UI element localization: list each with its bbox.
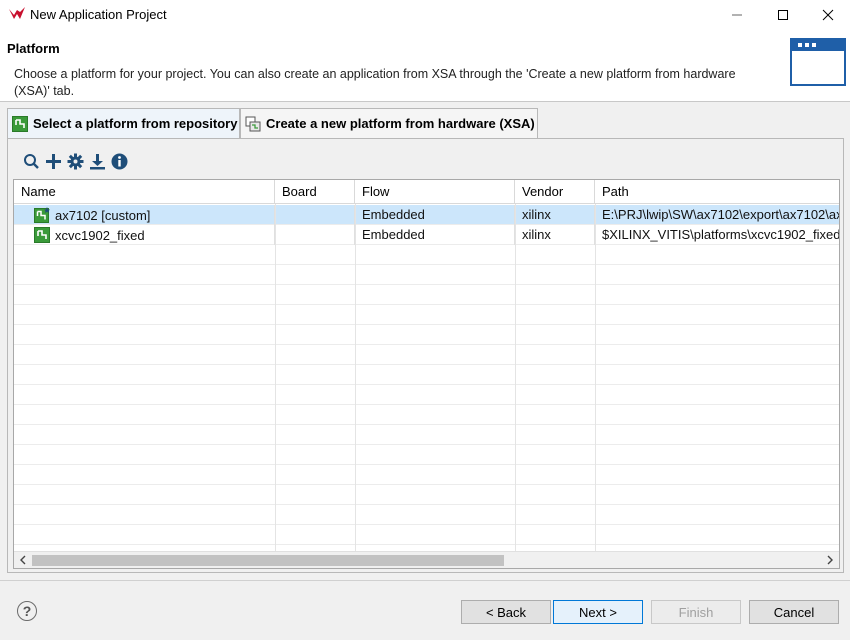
info-button[interactable]	[108, 151, 130, 171]
cancel-button[interactable]: Cancel	[749, 600, 839, 624]
settings-button[interactable]	[64, 151, 86, 171]
chevron-right-icon	[827, 555, 833, 565]
empty-row	[14, 325, 839, 345]
info-icon	[111, 153, 127, 169]
table-row[interactable]: ax7102 [custom] Embedded xilinx E:\PRJ\l…	[14, 205, 839, 225]
add-icon	[45, 153, 61, 169]
download-icon	[89, 153, 105, 169]
empty-row	[14, 425, 839, 445]
search-button[interactable]	[20, 151, 42, 171]
gear-icon	[67, 153, 83, 169]
empty-row	[14, 265, 839, 285]
wizard-header: Platform Choose a platform for your proj…	[0, 30, 850, 102]
tab-container: Select a platform from repository Create…	[0, 103, 850, 577]
platform-name: ax7102 [custom]	[55, 207, 151, 223]
empty-row	[14, 285, 839, 305]
cell-name: ax7102 [custom]	[14, 205, 275, 225]
close-icon	[822, 9, 834, 21]
custom-platform-icon	[34, 207, 50, 223]
cell-board	[275, 225, 355, 245]
empty-row	[14, 525, 839, 545]
column-divider	[595, 204, 596, 552]
tab-label: Select a platform from repository	[33, 116, 238, 131]
scroll-right-button[interactable]	[822, 552, 838, 568]
minimize-icon	[732, 14, 742, 16]
column-header-name[interactable]: Name	[14, 180, 275, 204]
window-banner-icon	[790, 38, 846, 86]
platform-toolbar	[20, 151, 130, 171]
horizontal-scrollbar[interactable]	[14, 551, 839, 568]
cell-vendor: xilinx	[515, 225, 595, 245]
title-bar: New Application Project	[0, 0, 850, 30]
close-button[interactable]	[805, 0, 850, 30]
empty-row	[14, 405, 839, 425]
cell-board	[275, 205, 355, 225]
tab-label: Create a new platform from hardware (XSA…	[266, 116, 535, 131]
empty-row	[14, 465, 839, 485]
column-header-path[interactable]: Path	[595, 180, 839, 204]
column-header-flow[interactable]: Flow	[355, 180, 515, 204]
tab-select-platform-repository[interactable]: Select a platform from repository	[7, 108, 240, 138]
tab-panel-repository: Name Board Flow Vendor Path ax7102 [cust…	[7, 138, 844, 573]
download-button[interactable]	[86, 151, 108, 171]
scrollbar-thumb[interactable]	[32, 555, 504, 566]
cell-path: $XILINX_VITIS\platforms\xcvc1902_fixed\x…	[602, 227, 840, 242]
add-platform-button[interactable]	[42, 151, 64, 171]
empty-row	[14, 345, 839, 365]
cell-path: E:\PRJ\lwip\SW\ax7102\export\ax7102\ax71…	[602, 207, 839, 222]
minimize-button[interactable]	[714, 0, 760, 30]
platform-icon	[12, 115, 28, 132]
empty-row	[14, 305, 839, 325]
empty-row	[14, 245, 839, 265]
finish-button[interactable]: Finish	[651, 600, 741, 624]
cell-flow: Embedded	[355, 205, 515, 225]
hardware-platform-icon	[245, 116, 261, 131]
table-header: Name Board Flow Vendor Path	[14, 180, 839, 204]
empty-row	[14, 445, 839, 465]
column-divider	[275, 204, 276, 552]
empty-row	[14, 365, 839, 385]
vitis-logo-icon	[9, 7, 25, 19]
cell-flow: Embedded	[355, 225, 515, 245]
table-row[interactable]: xcvc1902_fixed Embedded xilinx $XILINX_V…	[14, 225, 840, 245]
empty-row	[14, 385, 839, 405]
chevron-left-icon	[20, 555, 26, 565]
search-icon	[23, 153, 39, 169]
help-button[interactable]: ?	[17, 601, 37, 621]
maximize-button[interactable]	[760, 0, 806, 30]
empty-row	[14, 485, 839, 505]
cell-name: xcvc1902_fixed	[14, 225, 275, 245]
page-title: Platform	[7, 41, 60, 56]
platform-icon	[34, 227, 50, 243]
platform-table: Name Board Flow Vendor Path ax7102 [cust…	[13, 179, 840, 569]
empty-row	[14, 505, 839, 525]
column-divider	[355, 204, 356, 552]
tab-create-platform-from-hardware[interactable]: Create a new platform from hardware (XSA…	[240, 108, 538, 138]
wizard-footer: ? < Back Next > Finish Cancel	[0, 580, 850, 640]
page-description: Choose a platform for your project. You …	[14, 67, 736, 98]
column-header-vendor[interactable]: Vendor	[515, 180, 595, 204]
platform-name: xcvc1902_fixed	[55, 227, 145, 243]
column-header-board[interactable]: Board	[275, 180, 355, 204]
back-button[interactable]: < Back	[461, 600, 551, 624]
column-divider	[515, 204, 516, 552]
scroll-left-button[interactable]	[15, 552, 31, 568]
maximize-icon	[778, 10, 788, 20]
next-button[interactable]: Next >	[553, 600, 643, 624]
cell-vendor: xilinx	[515, 205, 595, 225]
window-title: New Application Project	[30, 7, 167, 22]
